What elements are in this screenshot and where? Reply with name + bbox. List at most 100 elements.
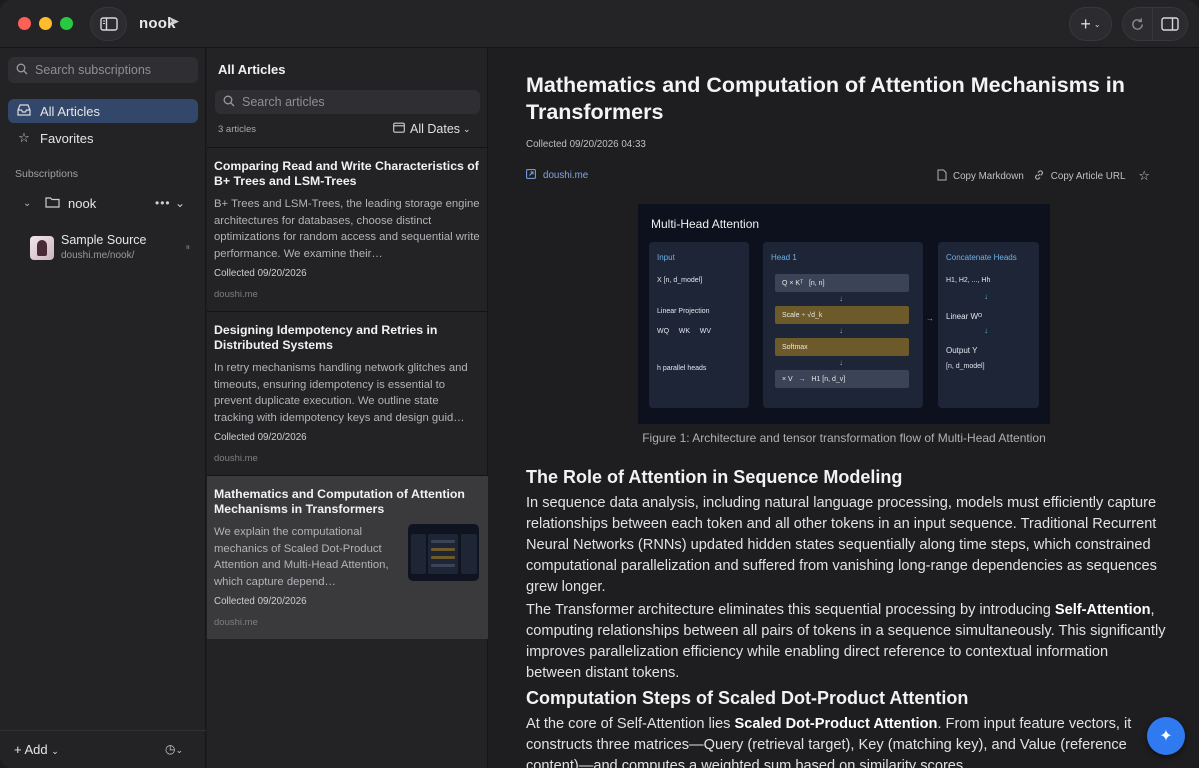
chevron-down-icon[interactable]: ⌄ [23, 198, 37, 209]
copy-url-label: Copy Article URL [1050, 170, 1126, 182]
external-link-icon [526, 169, 536, 182]
source-url: doushi.me/nook/ [61, 250, 135, 261]
article-domain: doushi.me [543, 170, 589, 181]
sidebar-item-favorites[interactable]: ☆ Favorites [8, 126, 198, 150]
article-card-selected[interactable]: Mathematics and Computation of Attention… [207, 475, 488, 639]
sidebar-icon [99, 17, 118, 31]
paragraph-3-bold: Scaled Dot-Product Attention [734, 716, 938, 732]
sidebar-item-label: Favorites [40, 130, 94, 146]
chevron-down-icon: ⌄ [175, 745, 184, 755]
subscriptions-section-label: Subscriptions [15, 168, 79, 180]
article-count: 3 articles [218, 124, 257, 135]
close-window-button[interactable] [18, 17, 31, 30]
sidebar-item-label: All Articles [40, 103, 100, 119]
paragraph-1: In sequence data analysis, including nat… [526, 495, 1157, 595]
figure-title: Multi-Head Attention [651, 217, 760, 231]
article-card-date: Collected 09/20/2026 [214, 268, 307, 279]
folder-nook[interactable]: ⌄ nook ••• ⌄ [8, 191, 198, 215]
sidebar-footer: + Add ⌄ ◷⌄ [0, 730, 206, 768]
article-card-date: Collected 09/20/2026 [214, 596, 307, 607]
paragraph-2-text: The Transformer architecture eliminates … [526, 602, 1055, 618]
article-card[interactable]: Designing Idempotency and Retries in Dis… [207, 311, 488, 475]
article-search-placeholder: Search articles [242, 95, 325, 109]
article-card-excerpt: In retry mechanisms handling network gli… [214, 362, 468, 425]
article-search-input[interactable]: Search articles [215, 90, 480, 114]
history-menu-button[interactable]: ◷⌄ [165, 742, 183, 756]
figure-input-heading: Input [657, 253, 675, 262]
paragraph-2: The Transformer architecture eliminates … [526, 600, 1166, 684]
article-card-excerpt: We explain the computational mechanics o… [214, 526, 389, 589]
article-title: Mathematics and Computation of Attention… [526, 73, 1125, 124]
sidebar-item-all-articles[interactable]: All Articles [8, 99, 198, 123]
figure-head1-heading: Head 1 [771, 253, 797, 262]
paragraph-2-bold: Self-Attention [1054, 602, 1151, 618]
ai-assistant-button[interactable]: ✦ [1147, 717, 1185, 755]
subscription-source[interactable]: Sample Source doushi.me/nook/ ⏸ [30, 233, 198, 267]
article-collected-date: Collected 09/20/2026 04:33 [526, 139, 646, 150]
paragraph-3-text: At the core of Self-Attention lies [526, 716, 735, 732]
search-icon [16, 63, 28, 78]
subscription-search-input[interactable]: Search subscriptions [8, 57, 198, 83]
search-icon [223, 95, 235, 110]
title-bar: nook ➤ + ⌄ [0, 0, 1199, 48]
more-icon: ••• [155, 196, 171, 210]
document-icon [937, 169, 947, 184]
copy-article-url-button[interactable]: Copy Article URL [1033, 169, 1126, 184]
article-card[interactable]: Comparing Read and Write Characteristics… [207, 147, 488, 311]
figure-arrow-icon: ↓ [839, 358, 843, 367]
article-card-title: Comparing Read and Write Characteristics… [214, 159, 479, 188]
add-menu-button[interactable]: + ⌄ [1069, 7, 1112, 41]
reader-pane: Mathematics and Computation of Attention… [489, 48, 1199, 768]
date-filter-dropdown[interactable]: All Dates ⌄ [393, 122, 471, 136]
copy-markdown-button[interactable]: Copy Markdown [937, 169, 1024, 184]
figure-arrow-icon: ↓ [984, 292, 988, 301]
article-card-title: Designing Idempotency and Retries in Dis… [214, 323, 438, 352]
folder-more-menu-button[interactable]: ••• ⌄ [155, 196, 186, 210]
article-card-excerpt: B+ Trees and LSM-Trees, the leading stor… [214, 198, 480, 261]
article-card-source: doushi.me [214, 453, 258, 464]
toggle-panel-button[interactable] [1152, 7, 1188, 41]
figure-input-shape: X [n, d_model] [657, 277, 703, 284]
favorite-star-icon[interactable]: ☆ [1138, 168, 1150, 184]
figure-linear-projection: Linear Projection [657, 308, 710, 315]
add-subscription-button[interactable]: + Add ⌄ [14, 742, 59, 757]
sidebar-toggle-button[interactable] [90, 7, 127, 41]
figure-weights: WQ WK WV [657, 328, 712, 335]
plus-icon: + [14, 742, 22, 757]
drag-handle-icon[interactable]: ⏸ [185, 242, 190, 253]
refresh-button[interactable] [1122, 7, 1152, 41]
sparkle-icon: ✦ [1159, 728, 1173, 745]
chevron-down-icon: ⌄ [51, 746, 59, 756]
star-icon: ☆ [18, 130, 30, 145]
article-card-source: doushi.me [214, 289, 258, 300]
folder-label: nook [68, 195, 97, 211]
subscription-search-placeholder: Search subscriptions [35, 63, 152, 77]
pointer-cursor-icon: ➤ [168, 13, 180, 29]
article-source-link[interactable]: doushi.me [526, 169, 588, 182]
chevron-down-icon: ⌄ [463, 123, 471, 134]
figure-arrow-icon: ↓ [839, 326, 843, 335]
minimize-window-button[interactable] [39, 17, 52, 30]
figure-output: Output Y [946, 346, 978, 355]
sidebar: Search subscriptions All Articles ☆ Favo… [0, 48, 206, 768]
section-heading-role: The Role of Attention in Sequence Modeli… [526, 467, 903, 487]
clock-icon: ◷ [165, 742, 176, 756]
figure-step-softmax: Softmax [775, 338, 909, 356]
zoom-window-button[interactable] [60, 17, 73, 30]
figure-head1-box: Head 1 Q × Kᵀ [n, n] ↓ Scale ÷ √d_k ↓ So… [763, 242, 923, 408]
inbox-icon [16, 103, 32, 119]
section-heading-computation: Computation Steps of Scaled Dot-Product … [526, 688, 969, 708]
plus-icon: + [1080, 14, 1091, 34]
paragraph-3: At the core of Self-Attention lies Scale… [526, 714, 1166, 768]
panel-icon [1161, 17, 1179, 31]
figure-step-qk: Q × Kᵀ [n, n] [775, 274, 909, 292]
figure-concat-list: H1, H2, ..., Hh [946, 277, 991, 284]
figure-concat-heading: Concatenate Heads [946, 253, 1017, 262]
figure-arrow-right-icon: → [926, 314, 934, 323]
folder-icon [45, 196, 60, 211]
figure-output-shape: [n, d_model] [946, 363, 985, 370]
link-icon [1033, 169, 1045, 184]
list-title: All Articles [218, 62, 286, 77]
figure-caption: Figure 1: Architecture and tensor transf… [642, 431, 1046, 445]
article-card-source: doushi.me [214, 617, 258, 628]
